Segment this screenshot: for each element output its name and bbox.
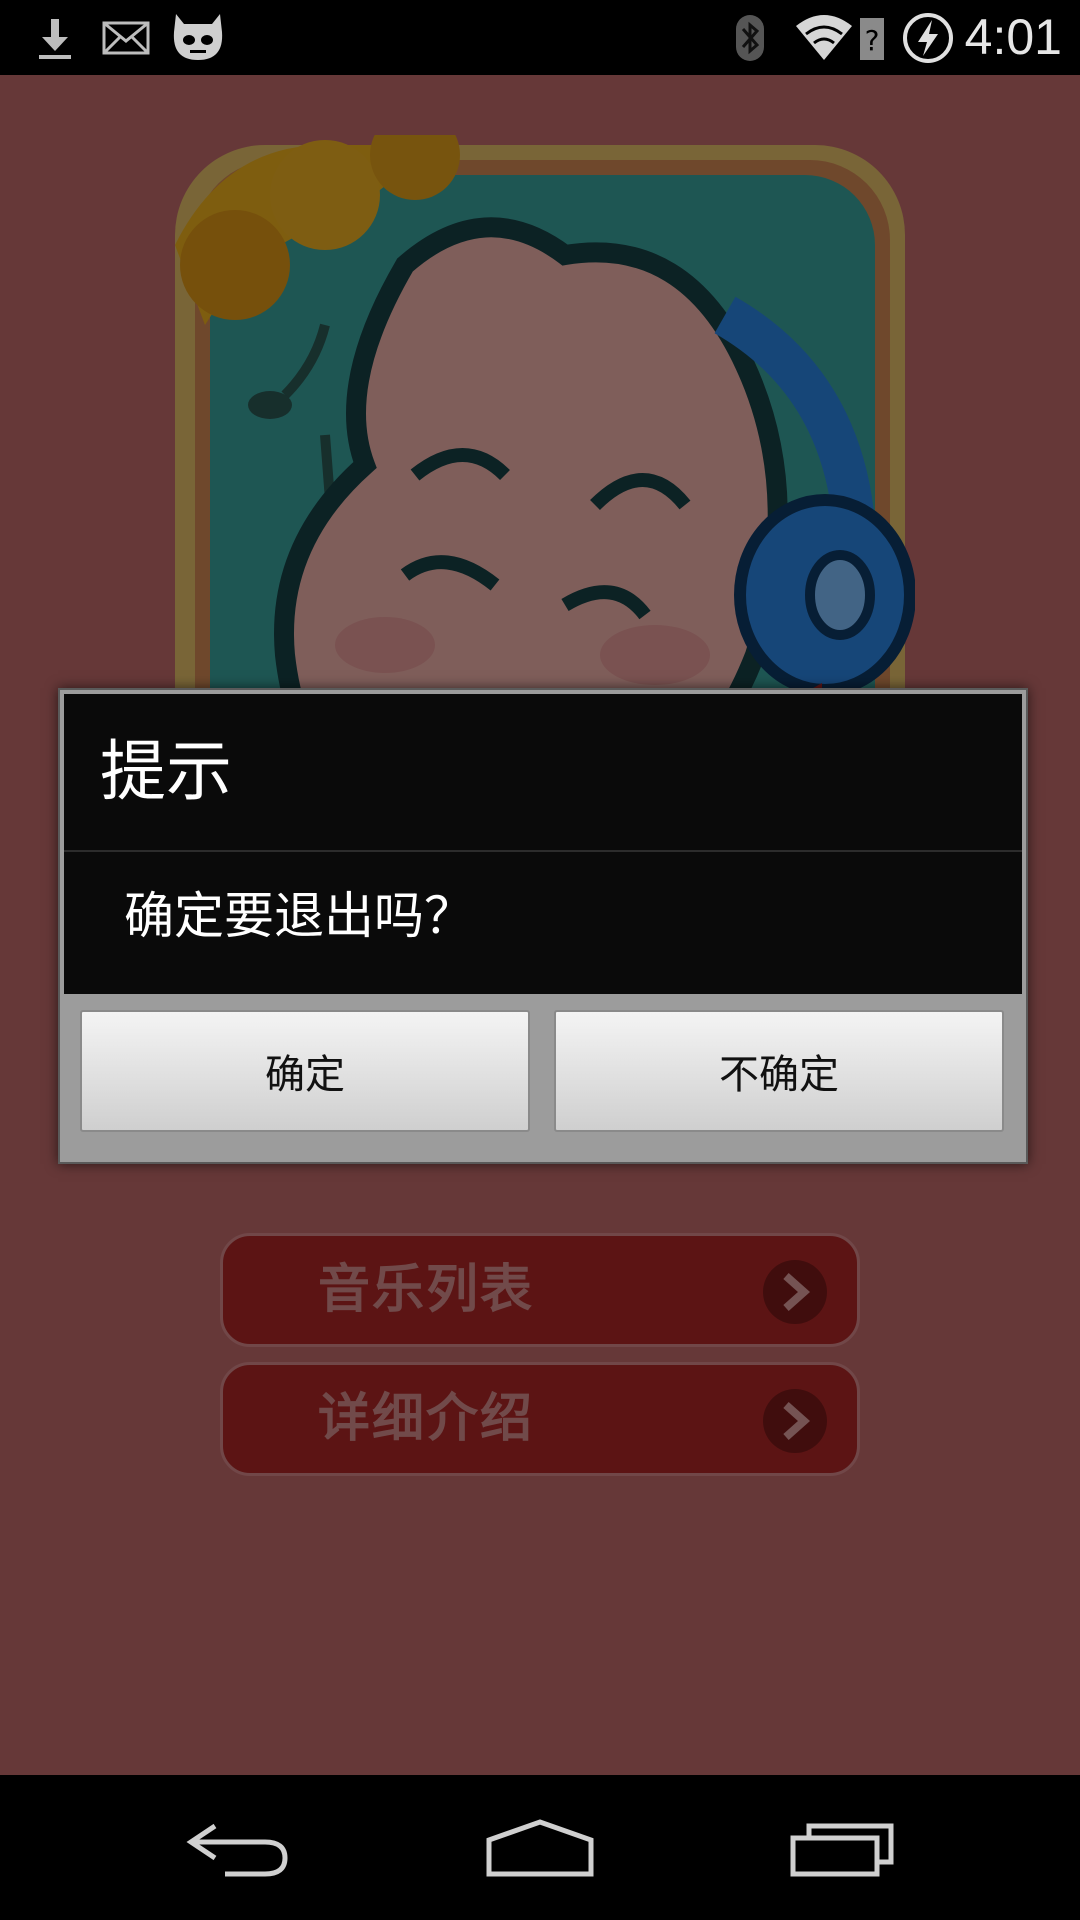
dialog-title: 提示 bbox=[100, 733, 232, 810]
navigation-bar bbox=[0, 1775, 1080, 1920]
home-icon[interactable] bbox=[440, 1775, 640, 1920]
cancel-button[interactable]: 不确定 bbox=[554, 1010, 1004, 1132]
dialog-message: 确定要退出吗？ bbox=[124, 887, 474, 945]
svg-text:?: ? bbox=[865, 24, 880, 57]
bluetooth-icon bbox=[730, 0, 770, 75]
recents-icon[interactable] bbox=[742, 1775, 942, 1920]
mail-icon bbox=[100, 0, 152, 75]
dialog-message-area: 确定要退出吗？ bbox=[64, 852, 1022, 994]
status-bar: ? 4:01 bbox=[0, 0, 1080, 75]
dialog-title-area: 提示 bbox=[64, 694, 1022, 850]
wifi-no-internet-icon: ? bbox=[790, 0, 890, 75]
battery-charging-icon bbox=[900, 0, 956, 75]
exit-confirm-dialog: 提示 确定要退出吗？ 确定 不确定 bbox=[58, 688, 1028, 1164]
confirm-button[interactable]: 确定 bbox=[80, 1010, 530, 1132]
back-icon[interactable] bbox=[140, 1775, 340, 1920]
download-icon bbox=[30, 0, 80, 75]
clock: 4:01 bbox=[964, 9, 1062, 65]
cyanogen-mascot-icon bbox=[168, 0, 228, 75]
